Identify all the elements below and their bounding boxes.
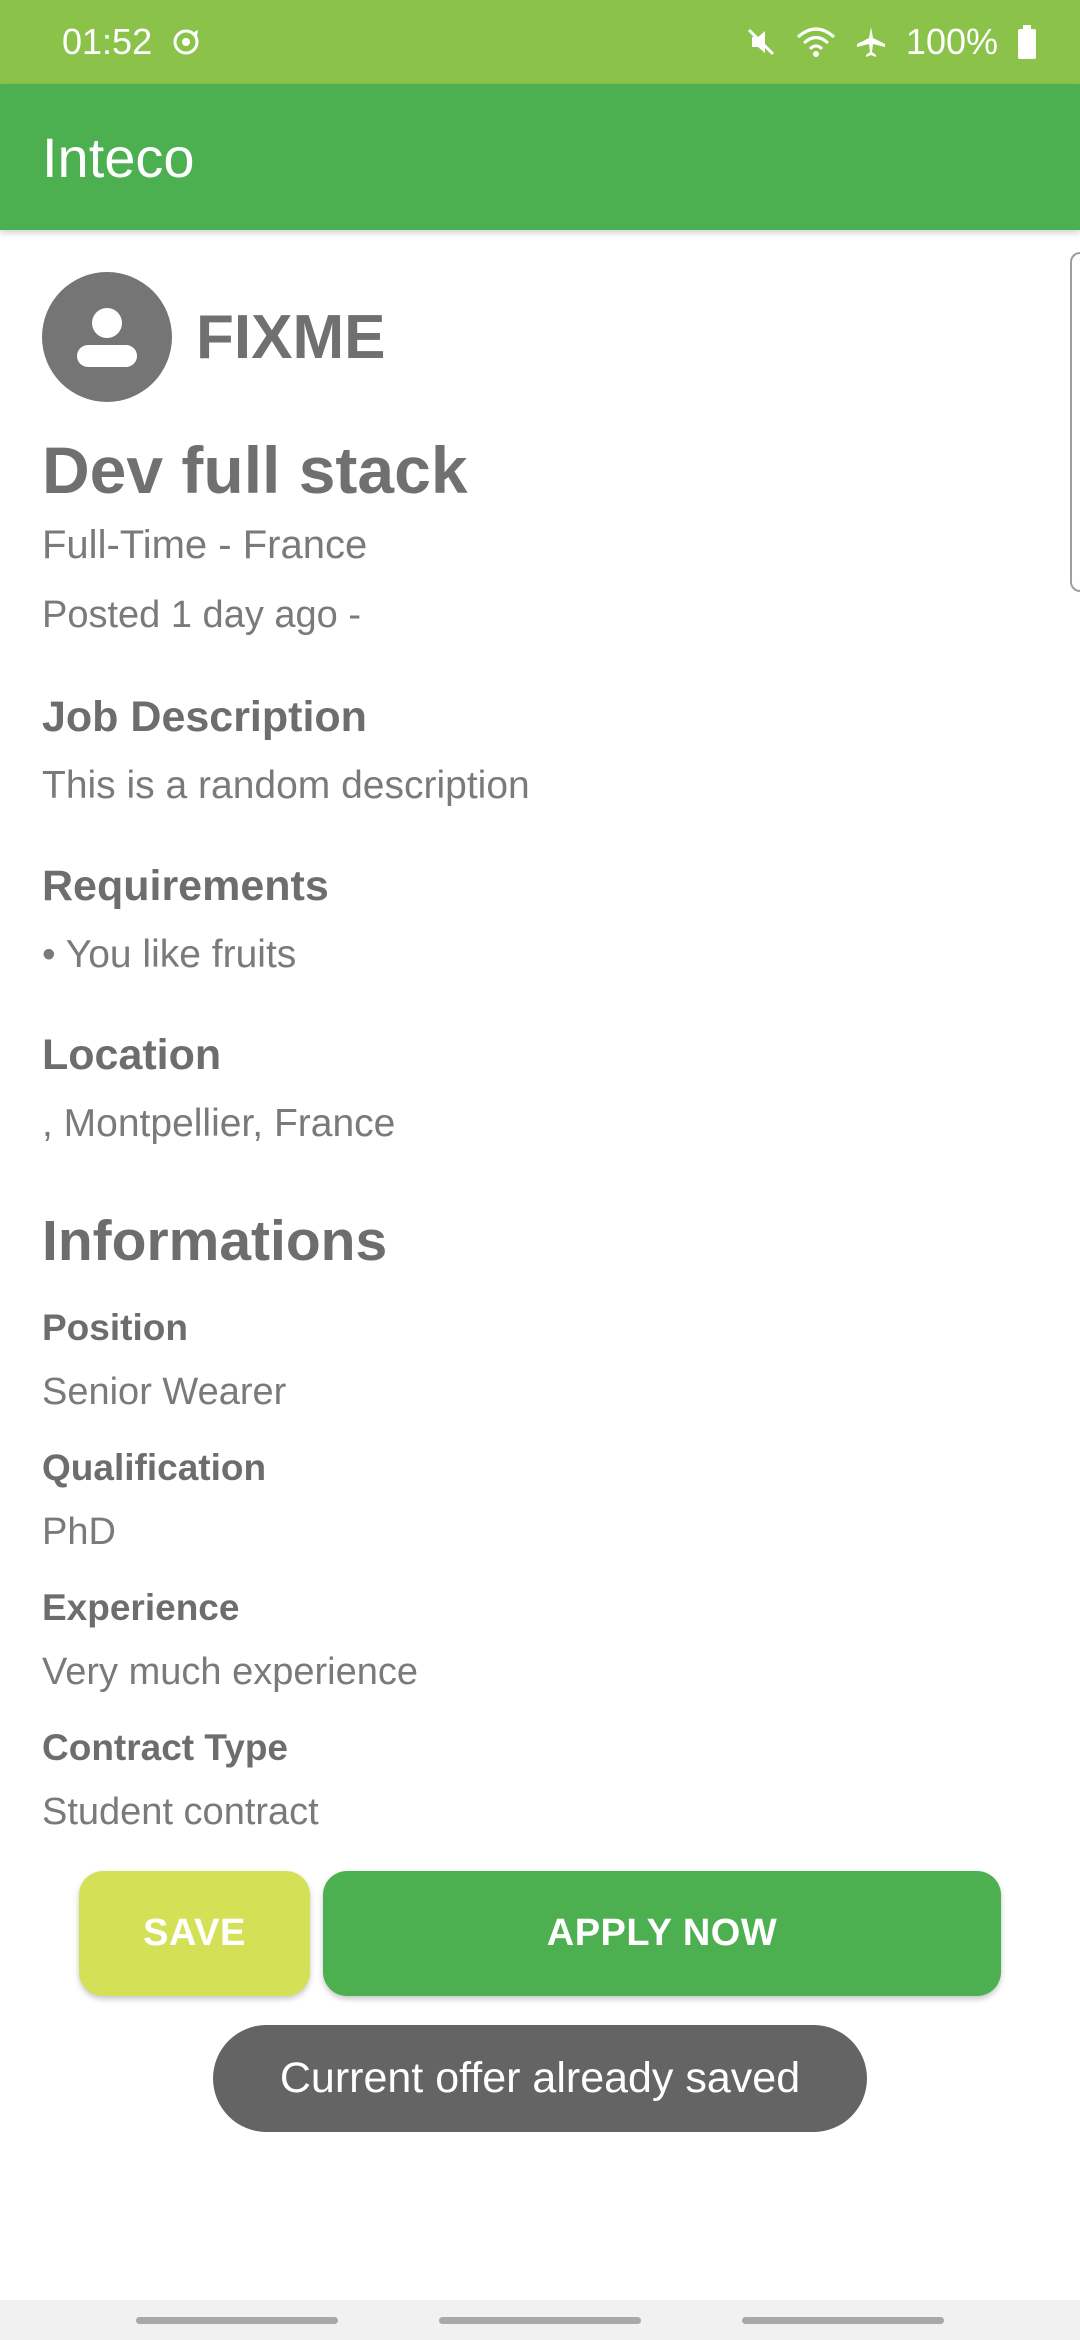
description-text: This is a random description [42, 764, 530, 807]
app-title: Inteco [42, 125, 195, 189]
apply-now-button[interactable]: APPLY NOW [323, 1871, 1001, 1996]
requirements-title: Requirements [42, 862, 329, 910]
scroll-indicator[interactable] [1070, 252, 1080, 592]
qualification-label: Qualification [42, 1447, 267, 1488]
contract-type-label: Contract Type [42, 1727, 289, 1768]
company-header: FIXME [42, 272, 385, 402]
company-name: FIXME [196, 302, 386, 372]
position-value: Senior Wearer [42, 1371, 287, 1413]
mute-icon [744, 25, 778, 59]
status-time: 01:52 [62, 21, 153, 62]
experience-label: Experience [42, 1587, 240, 1628]
navigation-bar [0, 2300, 1080, 2340]
location-text: , Montpellier, France [42, 1102, 396, 1145]
person-icon [77, 308, 137, 367]
battery-percent: 100% [905, 21, 998, 62]
qualification-value: PhD [42, 1511, 116, 1553]
informations-heading: Informations [42, 1209, 388, 1273]
wifi-icon [796, 25, 836, 59]
status-left: 01:52 [62, 21, 202, 63]
toast-message: Current offer already saved [213, 2025, 867, 2132]
battery-icon [1016, 24, 1038, 60]
requirement-item: • You like fruits [42, 933, 297, 976]
contract-type-value: Student contract [42, 1791, 319, 1833]
status-bar: 01:52 100% [0, 0, 1080, 84]
company-avatar [42, 272, 172, 402]
status-right: 100% [744, 21, 1038, 63]
description-title: Job Description [42, 693, 367, 741]
job-type-country: Full-Time - France [42, 523, 368, 567]
save-button[interactable]: SAVE [79, 1871, 310, 1996]
nav-back-button[interactable] [742, 2317, 944, 2324]
app-bar: Inteco [0, 84, 1080, 230]
nav-recents-button[interactable] [136, 2317, 338, 2324]
location-title: Location [42, 1031, 222, 1079]
sync-icon [170, 26, 202, 58]
position-label: Position [42, 1307, 188, 1348]
experience-value: Very much experience [42, 1651, 418, 1693]
nav-home-button[interactable] [439, 2317, 641, 2324]
airplane-icon [854, 25, 888, 59]
job-title: Dev full stack [42, 433, 468, 507]
posted-date: Posted 1 day ago - [42, 594, 361, 636]
